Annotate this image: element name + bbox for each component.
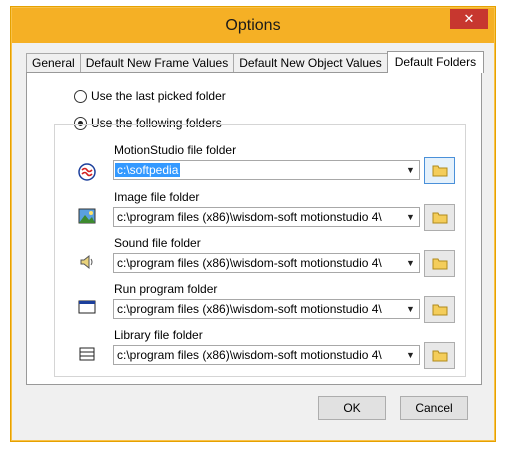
tab-strip: General Default New Frame Values Default… xyxy=(26,51,485,73)
chevron-down-icon[interactable]: ▼ xyxy=(402,300,419,318)
speaker-icon xyxy=(78,253,96,271)
browse-image-button[interactable] xyxy=(424,204,455,231)
close-button[interactable]: ✕ xyxy=(450,9,488,29)
motionstudio-folder-label: MotionStudio file folder xyxy=(114,143,237,157)
ok-button[interactable]: OK xyxy=(318,396,386,420)
radio-label: Use the last picked folder xyxy=(91,89,226,103)
options-dialog: Options ✕ General Default New Frame Valu… xyxy=(10,6,496,442)
cancel-button[interactable]: Cancel xyxy=(400,396,468,420)
dialog-body: General Default New Frame Values Default… xyxy=(19,43,487,433)
default-folders-panel: Use the last picked folder Use the follo… xyxy=(26,72,482,385)
combo-value: c:\program files (x86)\wisdom-soft motio… xyxy=(117,256,382,270)
run-program-folder-combo[interactable]: c:\program files (x86)\wisdom-soft motio… xyxy=(113,299,420,319)
title-bar[interactable]: Options ✕ xyxy=(12,8,494,43)
tab-general[interactable]: General xyxy=(26,53,81,73)
sound-folder-combo[interactable]: c:\program files (x86)\wisdom-soft motio… xyxy=(113,253,420,273)
combo-value: c:\program files (x86)\wisdom-soft motio… xyxy=(117,348,382,362)
browse-sound-button[interactable] xyxy=(424,250,455,277)
combo-value: c:\program files (x86)\wisdom-soft motio… xyxy=(117,210,382,224)
chevron-down-icon[interactable]: ▼ xyxy=(402,208,419,226)
tab-default-new-object-values[interactable]: Default New Object Values xyxy=(233,53,388,73)
radio-use-last-picked[interactable]: Use the last picked folder xyxy=(74,89,226,103)
program-window-icon xyxy=(78,298,96,316)
combo-value: c:\program files (x86)\wisdom-soft motio… xyxy=(117,302,382,316)
folder-icon xyxy=(432,304,447,316)
motionstudio-icon xyxy=(78,163,96,181)
library-folder-combo[interactable]: c:\program files (x86)\wisdom-soft motio… xyxy=(113,345,420,365)
folder-icon xyxy=(432,350,447,362)
sound-folder-label: Sound file folder xyxy=(114,236,201,250)
radio-button[interactable] xyxy=(74,89,87,103)
chevron-down-icon[interactable]: ▼ xyxy=(402,346,419,364)
folder-icon xyxy=(432,165,447,177)
tab-default-folders[interactable]: Default Folders xyxy=(386,51,485,73)
run-program-folder-label: Run program folder xyxy=(114,282,218,296)
close-icon: ✕ xyxy=(463,11,475,26)
chevron-down-icon[interactable]: ▼ xyxy=(402,161,419,179)
browse-library-button[interactable] xyxy=(424,342,455,369)
image-folder-combo[interactable]: c:\program files (x86)\wisdom-soft motio… xyxy=(113,207,420,227)
browse-motionstudio-button[interactable] xyxy=(424,157,455,184)
image-folder-label: Image file folder xyxy=(114,190,200,204)
chevron-down-icon[interactable]: ▼ xyxy=(402,254,419,272)
motionstudio-folder-combo[interactable]: c:\softpedia ▼ xyxy=(113,160,420,180)
folder-icon xyxy=(432,212,447,224)
image-icon xyxy=(78,207,96,225)
folder-icon xyxy=(432,258,447,270)
browse-run-program-button[interactable] xyxy=(424,296,455,323)
tab-default-new-frame-values[interactable]: Default New Frame Values xyxy=(79,53,235,73)
window-title: Options xyxy=(225,17,281,34)
library-icon xyxy=(78,345,96,363)
library-folder-label: Library file folder xyxy=(114,328,203,342)
combo-value: c:\softpedia xyxy=(115,163,181,177)
